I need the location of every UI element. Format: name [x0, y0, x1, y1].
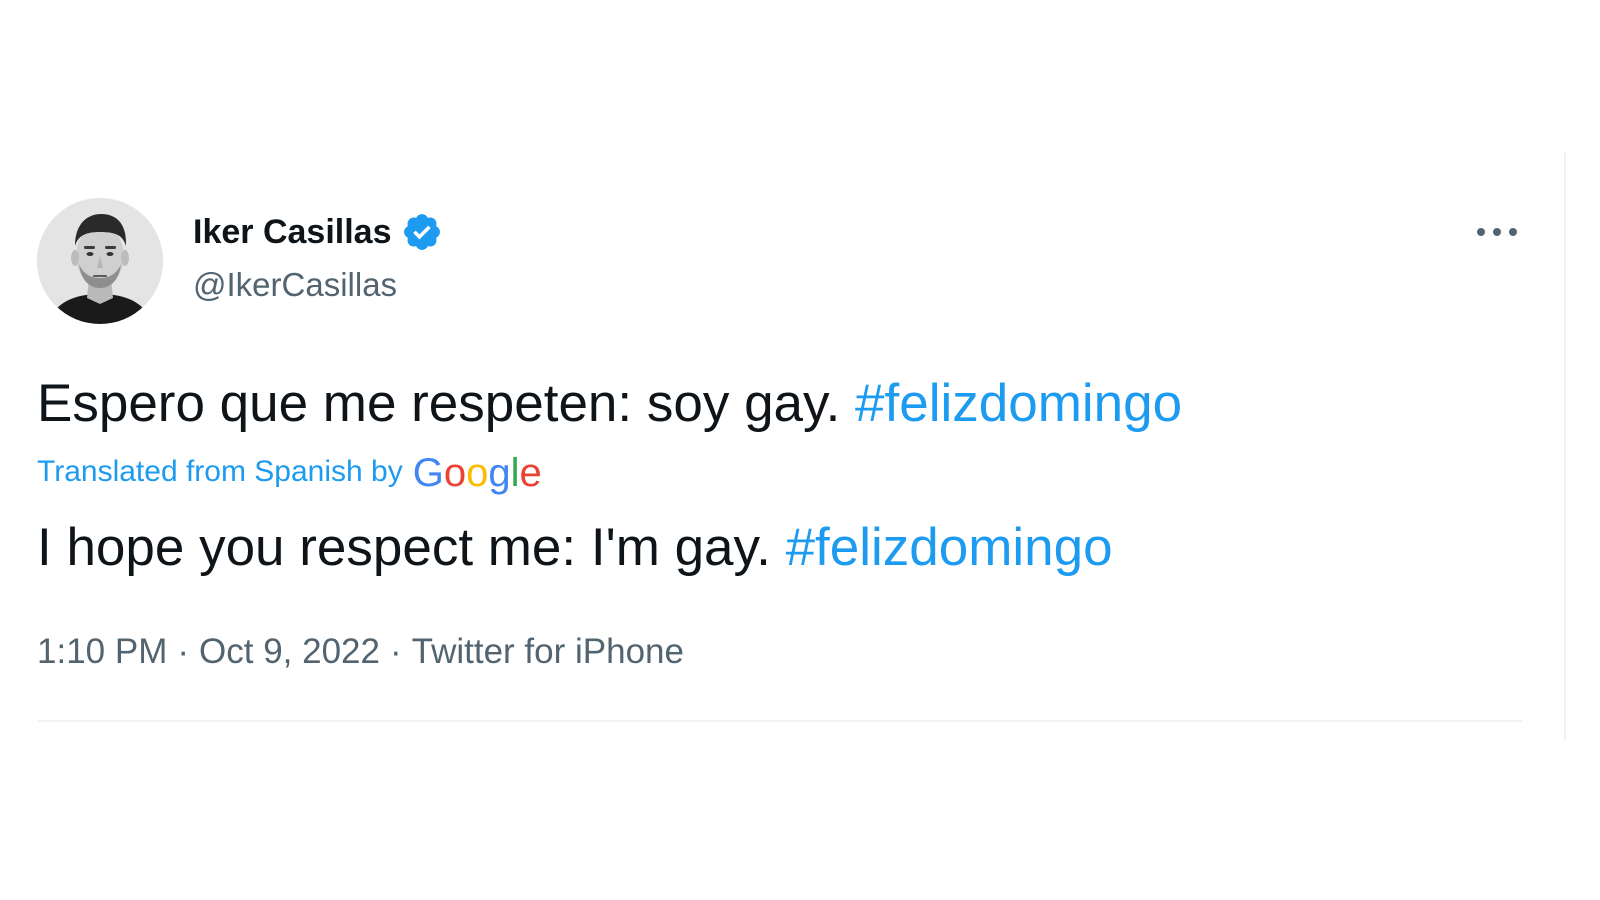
- tweet-translated-body: I hope you respect me: I'm gay.: [37, 518, 771, 577]
- divider: [37, 720, 1523, 722]
- avatar-photo: [37, 198, 163, 324]
- translation-attribution: Translated from Spanish by Google: [37, 450, 542, 495]
- tweet-original-text: Espero que me respeten: soy gay. #felizd…: [37, 372, 1182, 436]
- meta-separator: ·: [177, 632, 190, 671]
- hashtag-link[interactable]: #felizdomingo: [855, 374, 1182, 433]
- meta-separator: ·: [389, 632, 402, 671]
- tweet-date[interactable]: Oct 9, 2022: [199, 632, 380, 671]
- right-edge-border: [1564, 152, 1566, 740]
- avatar[interactable]: [37, 198, 163, 324]
- more-options-button[interactable]: [1468, 212, 1526, 252]
- tweet-translated-text: I hope you respect me: I'm gay. #felizdo…: [37, 516, 1113, 580]
- tweet-metadata: 1:10 PM · Oct 9, 2022 · Twitter for iPhone: [37, 630, 684, 674]
- author-name-row: Iker Casillas: [193, 210, 443, 254]
- tweet-time[interactable]: 1:10 PM: [37, 632, 167, 671]
- author-handle[interactable]: @IkerCasillas: [193, 263, 397, 307]
- translated-from-label[interactable]: Translated from Spanish by: [37, 450, 403, 494]
- google-logo: Google: [412, 451, 542, 495]
- more-options-icon: [1477, 228, 1517, 236]
- verified-badge-icon: [401, 211, 443, 253]
- author-display-name[interactable]: Iker Casillas: [193, 210, 391, 254]
- tweet-source[interactable]: Twitter for iPhone: [412, 632, 684, 671]
- hashtag-link[interactable]: #felizdomingo: [786, 518, 1113, 577]
- tweet-original-body: Espero que me respeten: soy gay.: [37, 374, 841, 433]
